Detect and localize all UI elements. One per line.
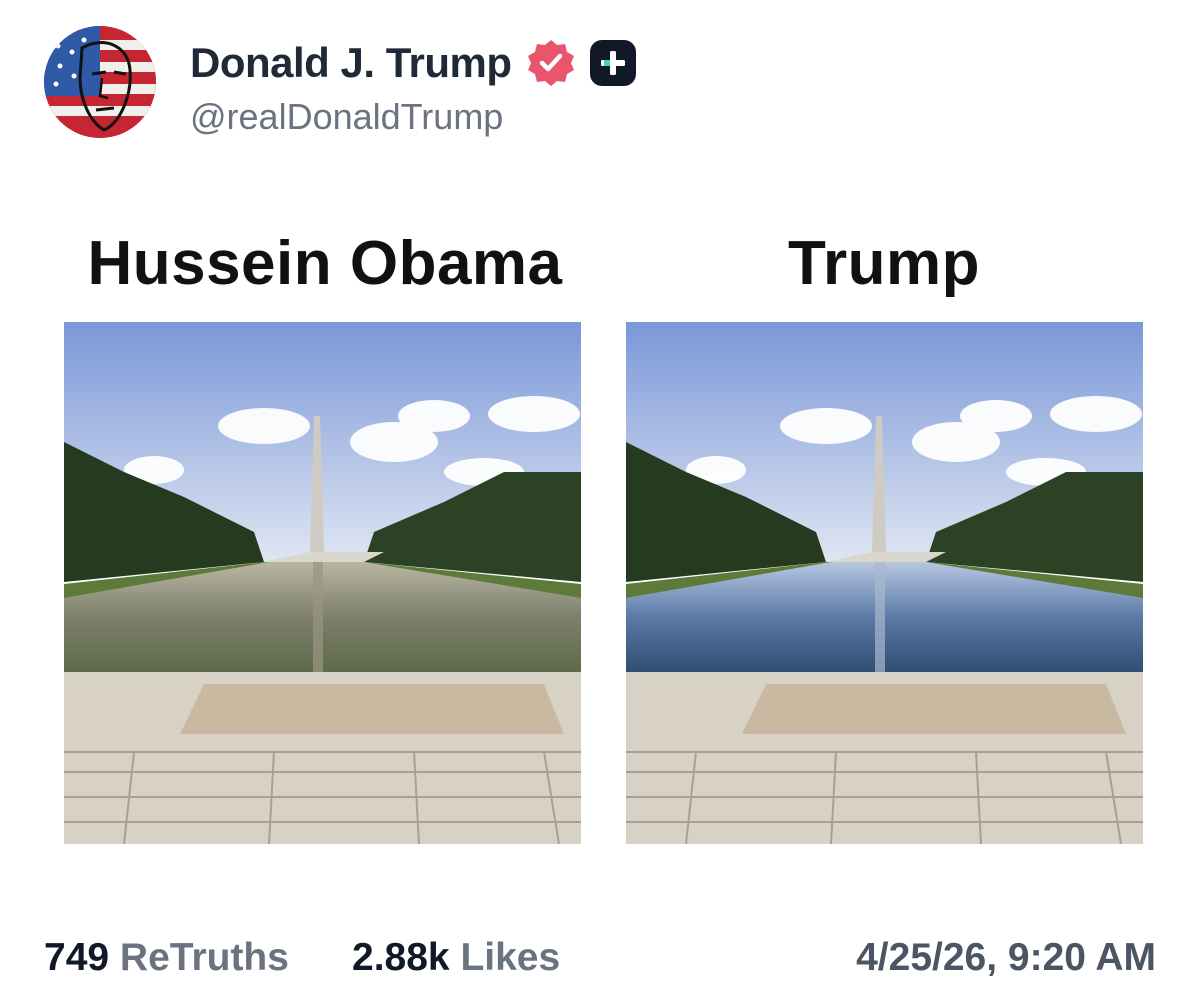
retruths-count: 749 xyxy=(44,936,110,979)
avatar-image xyxy=(44,26,156,138)
plus-badge-icon xyxy=(589,40,636,86)
verified-badge-icon xyxy=(526,38,576,88)
reflecting-pool-photo-left[interactable] xyxy=(64,322,581,844)
post-header: Donald J. Trump @realDonaldTrump xyxy=(44,26,1144,138)
retruths-stat[interactable]: 749 ReTruths xyxy=(44,936,289,980)
author-row: Donald J. Trump xyxy=(190,38,636,88)
retruths-label: ReTruths xyxy=(119,936,289,979)
image-caption-left: Hussein Obama xyxy=(87,229,563,298)
likes-count: 2.88k xyxy=(352,936,450,979)
reflecting-pool-photo-right[interactable] xyxy=(626,322,1143,844)
image-caption-right: Trump xyxy=(788,229,980,298)
avatar[interactable] xyxy=(44,26,156,138)
likes-label: Likes xyxy=(460,936,561,979)
author-handle[interactable]: @realDonaldTrump xyxy=(190,96,503,138)
post-timestamp[interactable]: 4/25/26, 9:20 AM xyxy=(856,936,1156,980)
likes-stat[interactable]: 2.88k Likes xyxy=(352,936,560,980)
author-name[interactable]: Donald J. Trump xyxy=(190,39,512,87)
